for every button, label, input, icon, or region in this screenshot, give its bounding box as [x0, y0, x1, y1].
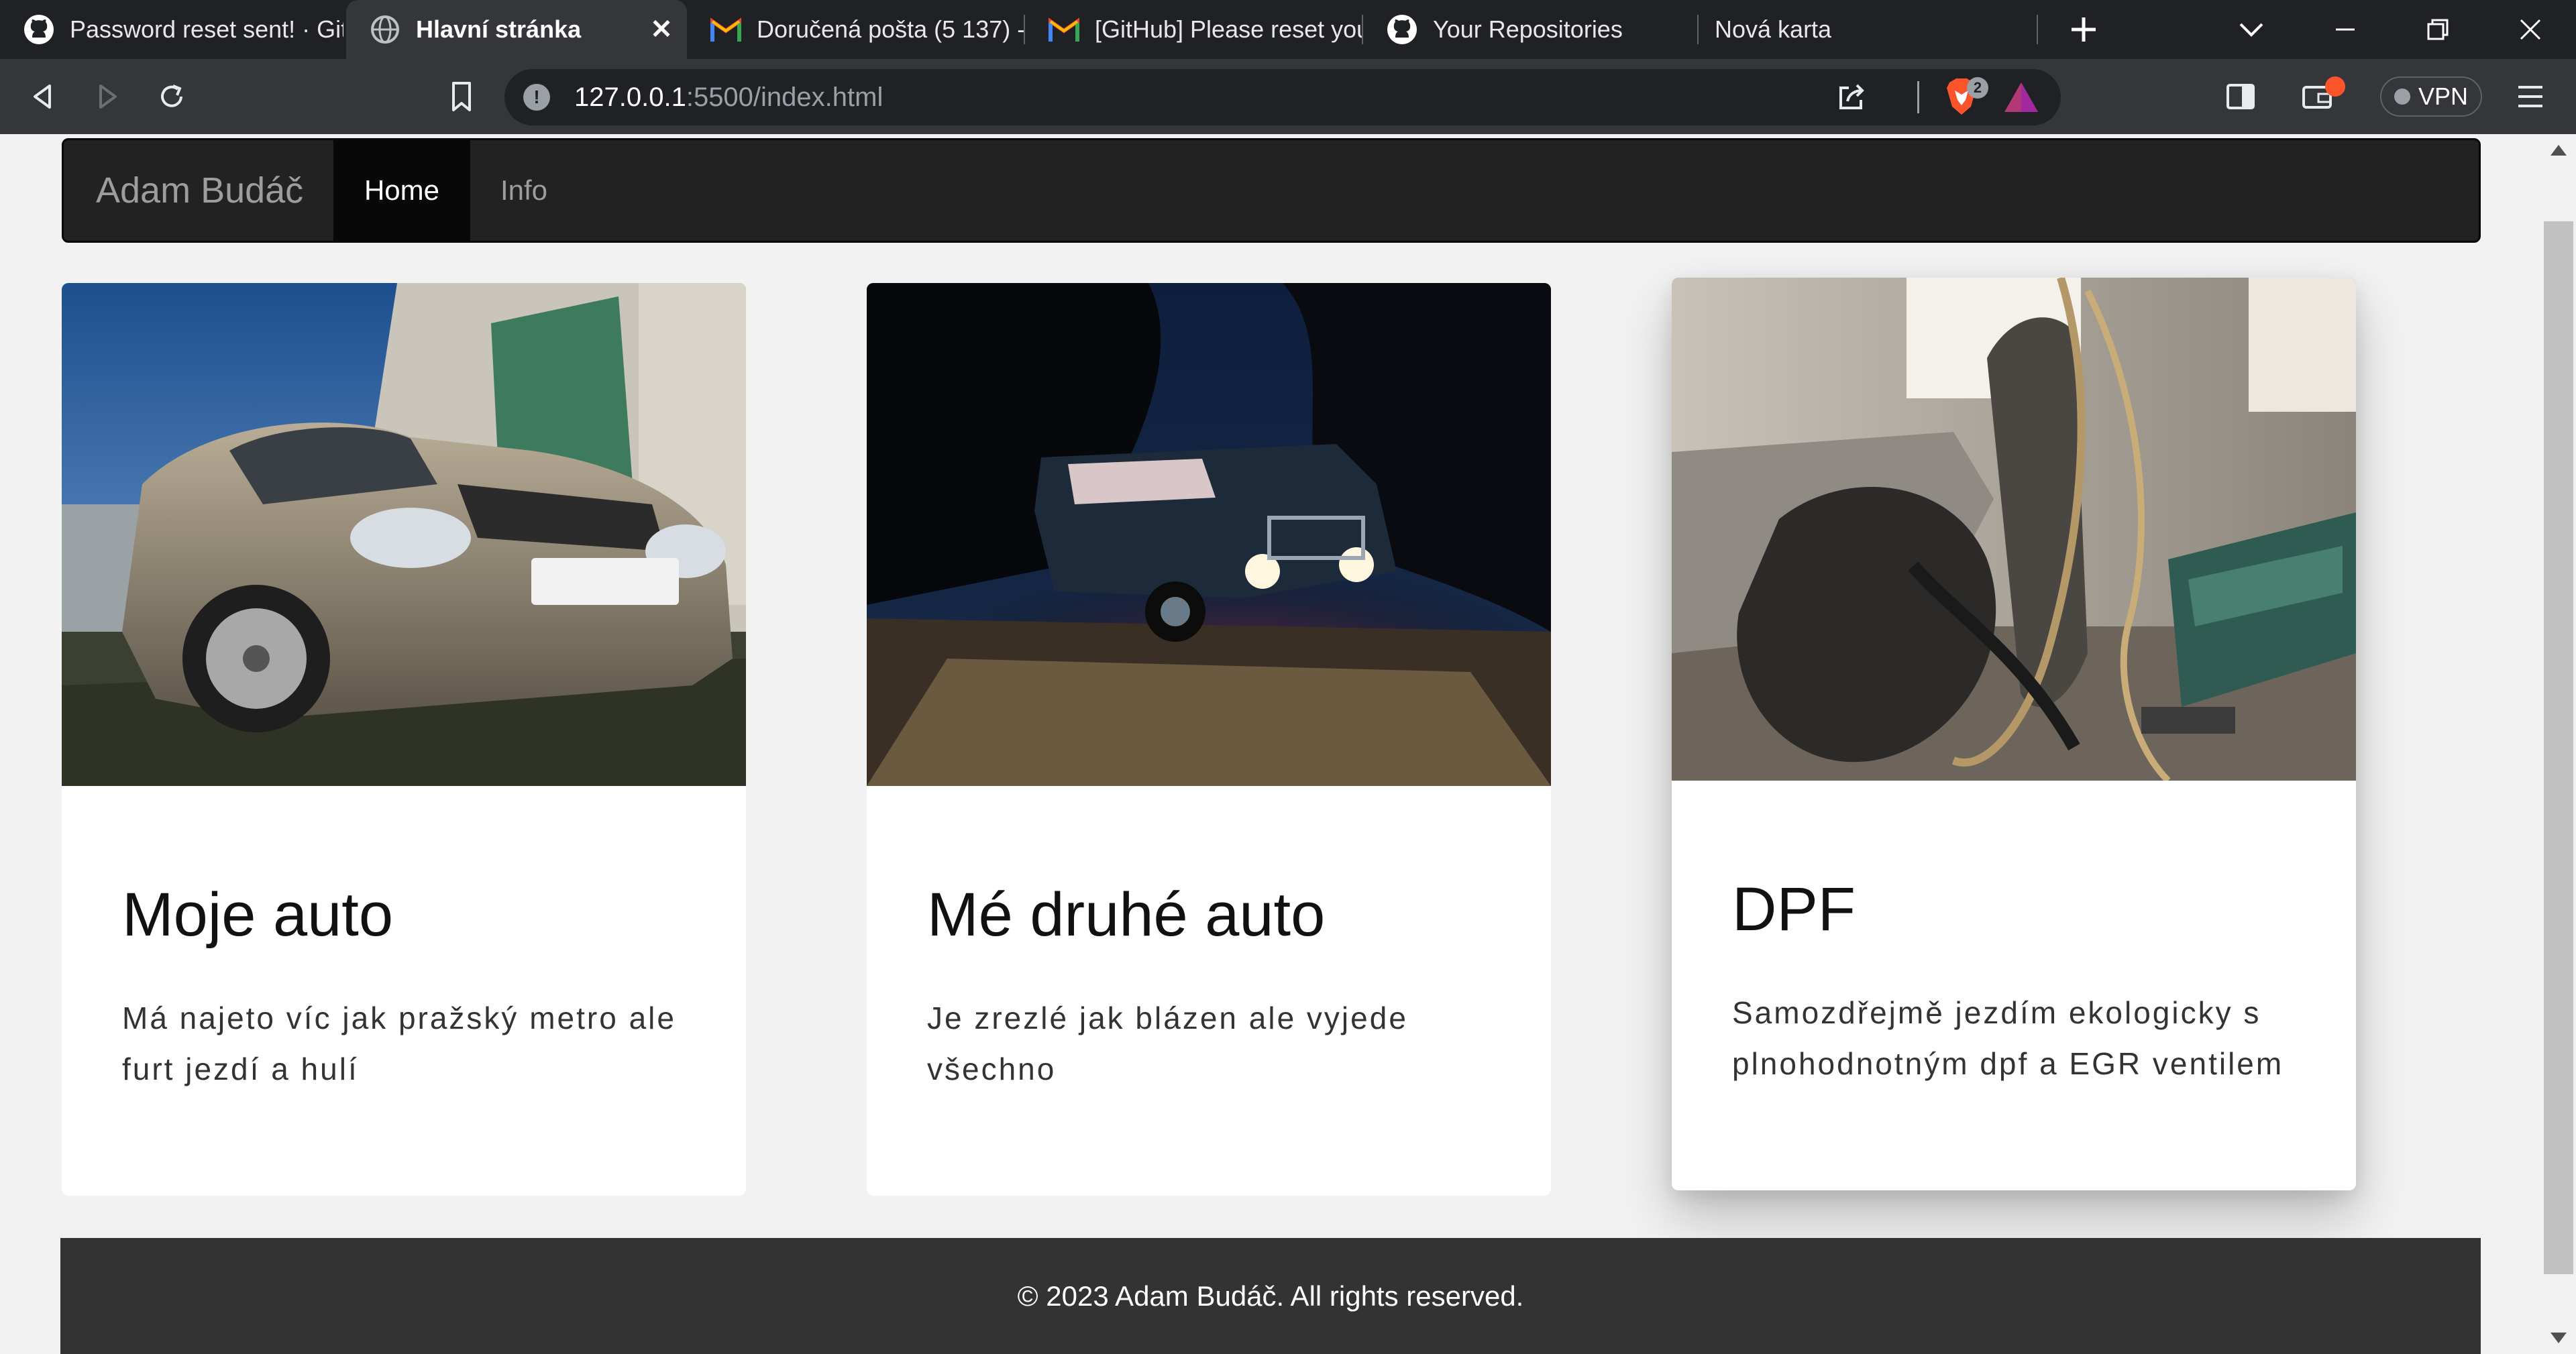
- url-host: 127.0.0.1: [574, 82, 686, 112]
- card-title: Mé druhé auto: [927, 881, 1326, 949]
- vertical-scrollbar[interactable]: [2541, 134, 2576, 1354]
- tab-hlavni-stranka[interactable]: Hlavní stránka ✕: [346, 0, 687, 59]
- tab-label: Hlavní stránka: [416, 15, 582, 43]
- scroll-up-arrow-icon[interactable]: [2551, 145, 2567, 156]
- gmail-icon: [710, 13, 742, 46]
- card-title: Moje auto: [122, 881, 394, 949]
- chevron-down-icon: [2239, 23, 2263, 37]
- notification-dot: [2325, 76, 2345, 97]
- forward-icon: [99, 84, 117, 109]
- back-icon: [34, 84, 51, 109]
- vpn-label: VPN: [2418, 82, 2469, 110]
- engine-workshop-photo: [1672, 278, 2356, 781]
- vpn-status-icon: [2394, 89, 2410, 105]
- nav-link-home[interactable]: Home: [333, 140, 470, 241]
- address-bar[interactable]: ! 127.0.0.1:5500/index.html 2: [504, 69, 2061, 125]
- tab-gmail-inbox[interactable]: Doručená pošta (5 137) - Gmail: [687, 0, 1025, 59]
- tab-separator: [2037, 15, 2038, 44]
- footer-copyright: © 2023 Adam Budáč. All rights reserved.: [1017, 1280, 1524, 1312]
- restore-icon: [2427, 19, 2449, 40]
- nav-link-info[interactable]: Info: [470, 140, 578, 241]
- tab-github-password-reset[interactable]: Password reset sent! · GitHub: [0, 0, 343, 59]
- sidebar-icon: [2226, 84, 2255, 109]
- tab-label: Nová karta: [1715, 15, 1832, 43]
- close-icon: [2520, 19, 2541, 40]
- site-footer: © 2023 Adam Budáč. All rights reserved.: [60, 1238, 2481, 1354]
- night-offroad-car-photo: [867, 283, 1551, 786]
- url-text[interactable]: 127.0.0.1:5500/index.html: [574, 82, 883, 113]
- gmail-icon: [1048, 13, 1080, 46]
- site-brand[interactable]: Adam Budáč: [96, 140, 303, 241]
- scrollbar-thumb[interactable]: [2544, 221, 2573, 1274]
- tab-label: Doručená pošta (5 137) - Gmail: [757, 15, 1025, 43]
- bookmark-button[interactable]: [443, 78, 480, 115]
- minimize-icon: [2336, 28, 2355, 31]
- github-icon: [1386, 13, 1418, 46]
- bookmark-icon: [452, 82, 471, 111]
- card-me-druhe-auto: Mé druhé auto Je zrezlé jak blázen ale v…: [867, 283, 1551, 1196]
- url-path: :5500/index.html: [686, 82, 883, 112]
- page-viewport: Adam Budáč Home Info Moje auto Má najeto…: [0, 134, 2541, 1354]
- back-button[interactable]: [24, 78, 62, 115]
- close-tab-icon[interactable]: ✕: [648, 15, 675, 44]
- card-text: Má najeto víc jak pražský metro ale furt…: [122, 1001, 676, 1086]
- reload-icon: [161, 84, 182, 107]
- site-navbar: Adam Budáč Home Info: [62, 138, 2481, 243]
- card-text: Samozdřejmě jezdím ekologicky s plnohodn…: [1732, 995, 2284, 1081]
- globe-icon: [369, 13, 401, 46]
- scroll-down-arrow-icon[interactable]: [2551, 1333, 2567, 1343]
- silver-skoda-car-photo: [62, 283, 746, 786]
- sidebar-toggle-button[interactable]: [2222, 78, 2259, 115]
- menu-button[interactable]: [2512, 78, 2549, 115]
- reload-button[interactable]: [153, 78, 191, 115]
- github-icon: [23, 13, 55, 46]
- site-info-icon[interactable]: !: [523, 84, 550, 111]
- divider: [1917, 81, 1919, 113]
- plus-icon: [2072, 17, 2096, 42]
- vpn-button[interactable]: VPN: [2380, 76, 2482, 117]
- card-moje-auto: Moje auto Má najeto víc jak pražský metr…: [62, 283, 746, 1196]
- card-title: DPF: [1732, 875, 1856, 944]
- card-dpf: DPF Samozdřejmě jezdím ekologicky s plno…: [1672, 278, 2356, 1190]
- hamburger-menu-icon: [2518, 86, 2542, 107]
- brave-rewards-icon[interactable]: [2003, 80, 2039, 116]
- new-tab-button[interactable]: [2043, 0, 2124, 59]
- close-window-button[interactable]: [2490, 0, 2571, 59]
- tab-label: Password reset sent! · GitHub: [70, 15, 343, 43]
- tab-search-button[interactable]: [2211, 0, 2292, 59]
- tab-your-repositories[interactable]: Your Repositories: [1363, 0, 1699, 59]
- card-text: Je zrezlé jak blázen ale vyjede všechno: [927, 1001, 1408, 1086]
- tab-separator: [1697, 15, 1699, 44]
- minimize-button[interactable]: [2305, 0, 2385, 59]
- share-icon[interactable]: [1835, 81, 1868, 113]
- tab-nova-karta[interactable]: Nová karta: [1704, 0, 2037, 59]
- tab-strip: Password reset sent! · GitHub Hlavní str…: [0, 0, 2576, 59]
- forward-button[interactable]: [89, 78, 126, 115]
- tab-github-reset-email[interactable]: [GitHub] Please reset your password: [1025, 0, 1363, 59]
- restore-button[interactable]: [2398, 0, 2478, 59]
- tab-label: Your Repositories: [1433, 15, 1623, 43]
- tab-label: [GitHub] Please reset your password: [1095, 15, 1363, 43]
- shields-count-badge: 2: [1967, 77, 1988, 99]
